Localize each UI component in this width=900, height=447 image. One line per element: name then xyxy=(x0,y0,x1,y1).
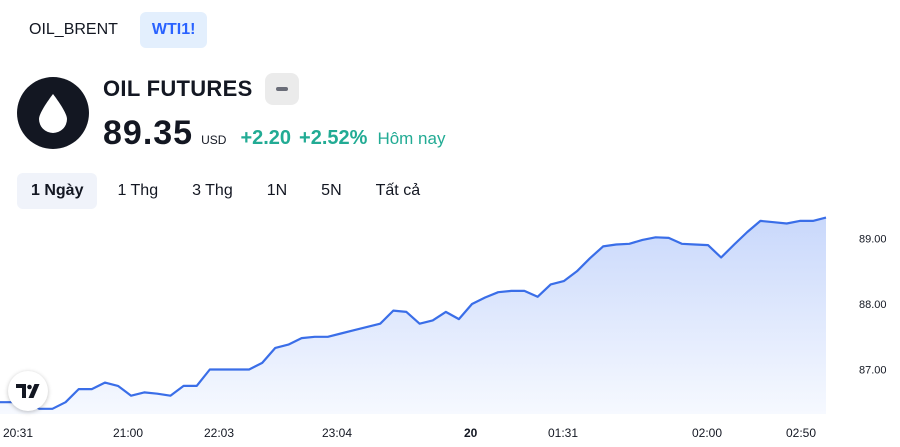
collapse-button[interactable] xyxy=(264,73,299,105)
range-all[interactable]: Tất cả xyxy=(362,173,434,209)
range-5-years[interactable]: 5N xyxy=(307,173,355,209)
symbol-tab-oil-brent[interactable]: OIL_BRENT xyxy=(17,12,130,48)
x-tick-label: 02:00 xyxy=(692,426,722,440)
range-3-months[interactable]: 3 Thg xyxy=(178,173,247,209)
last-price: 89.35 xyxy=(103,114,194,152)
x-tick-label: 02:50 xyxy=(786,426,816,440)
range-1-month[interactable]: 1 Thg xyxy=(103,173,172,209)
x-tick-label: 20:31 xyxy=(3,426,33,440)
minus-icon xyxy=(275,87,288,91)
symbol-tabs: OIL_BRENT WTI1! xyxy=(17,12,208,48)
x-tick-label: 20 xyxy=(464,426,478,440)
page-title: OIL FUTURES xyxy=(103,76,253,101)
price-row: 89.35 USD +2.20 +2.52% Hôm nay xyxy=(103,114,445,153)
tradingview-logo-icon[interactable] xyxy=(8,371,48,411)
range-selector: 1 Ngày 1 Thg 3 Thg 1N 5N Tất cả xyxy=(17,173,434,209)
y-tick-label: 89.00 xyxy=(859,234,887,246)
range-1-day[interactable]: 1 Ngày xyxy=(17,173,98,209)
oil-drop-icon xyxy=(17,77,89,149)
period-label: Hôm nay xyxy=(377,129,446,148)
range-1-year[interactable]: 1N xyxy=(253,173,301,209)
change-percent: +2.52% xyxy=(299,127,368,149)
y-tick-label: 88.00 xyxy=(859,299,887,311)
x-tick-label: 22:03 xyxy=(204,426,234,440)
currency-label: USD xyxy=(201,133,227,147)
x-tick-label: 23:04 xyxy=(322,426,352,440)
symbol-tab-wti[interactable]: WTI1! xyxy=(139,12,208,48)
price-area-fill xyxy=(0,217,826,414)
x-tick-label: 01:31 xyxy=(548,426,578,440)
title-row: OIL FUTURES xyxy=(103,73,299,105)
y-tick-label: 87.00 xyxy=(859,364,887,376)
x-tick-label: 21:00 xyxy=(113,426,143,440)
change-absolute: +2.20 xyxy=(240,127,292,149)
price-chart[interactable]: 87.00 88.00 89.00 20:31 21:00 22:03 23:04 20 01:… xyxy=(0,215,900,447)
